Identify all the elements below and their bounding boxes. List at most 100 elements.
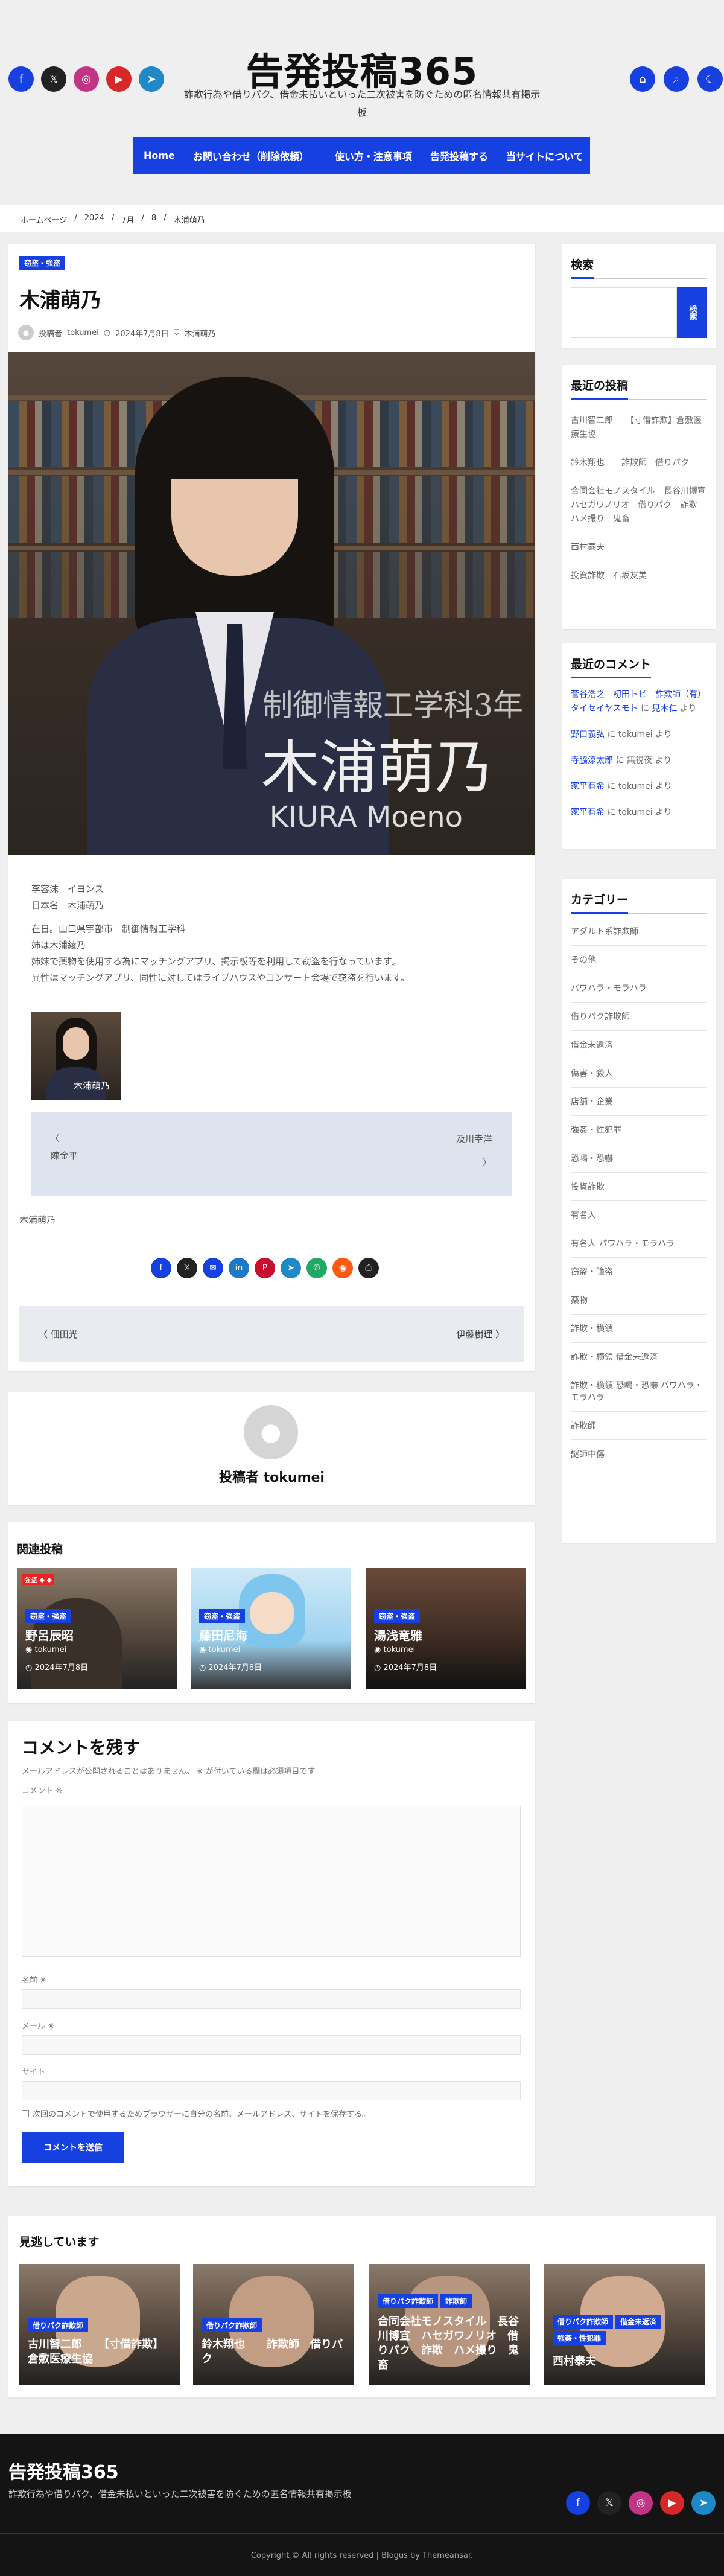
comment-post-link[interactable]: 見木仁 <box>652 704 678 713</box>
search-input[interactable] <box>571 287 677 338</box>
prev-post-link[interactable]: 〈 佃田光 <box>39 1328 78 1341</box>
related-left-link[interactable]: 陳金平 <box>51 1149 78 1162</box>
related-author[interactable]: ◉ tokumei <box>199 1645 240 1654</box>
recent-post-link[interactable]: 合同会社モノスタイル 長谷川博宣 ハセガワノリオ 借りパク 詐欺 ハメ撮り 鬼畜 <box>571 485 714 526</box>
category-link[interactable]: 強姦・性犯罪 <box>571 1116 707 1144</box>
nav-usage[interactable]: 使い方・注意事項 <box>318 148 421 163</box>
nav-about[interactable]: 当サイトについて <box>497 148 592 163</box>
submit-comment-button[interactable]: コメントを送信 <box>22 2132 124 2163</box>
category-link[interactable]: 有名人 <box>571 1201 707 1229</box>
post-tag[interactable]: 木浦萌乃 <box>184 327 215 339</box>
category-link[interactable]: 投資詐欺 <box>571 1173 707 1201</box>
related-date[interactable]: ◷ 2024年7月8日 <box>374 1661 437 1672</box>
post-footer-tag[interactable]: 木浦萌乃 <box>19 1213 56 1226</box>
recent-post-link[interactable]: 西村泰夫 <box>571 541 707 555</box>
comment-author-link[interactable]: 家平有希 <box>571 808 605 817</box>
related-date[interactable]: ◷ 2024年7月8日 <box>25 1661 88 1672</box>
missed-item[interactable]: 借りパク詐欺師 借金未返済 強姦・性犯罪 西村泰夫 <box>544 2264 705 2385</box>
breadcrumb-day[interactable]: 8 <box>151 214 156 225</box>
tag-icon: ⛉ <box>173 328 180 337</box>
category-link[interactable]: 詐欺・横領 恐喝・恐嚇 パワハラ・モラハラ <box>571 1371 707 1412</box>
pinterest-icon[interactable]: P <box>255 1258 275 1278</box>
reddit-icon[interactable]: ◉ <box>332 1258 353 1278</box>
category-link[interactable]: パワハラ・モラハラ <box>571 974 707 1003</box>
comment-author-link[interactable]: 家平有希 <box>571 782 605 791</box>
email-field[interactable] <box>22 2035 521 2055</box>
save-info-checkbox[interactable] <box>22 2109 29 2117</box>
instagram-icon[interactable]: ◎ <box>629 2491 653 2515</box>
nav-contact[interactable]: お問い合わせ（削除依頼） <box>184 148 318 163</box>
category-link[interactable]: 謎師中傷 <box>571 1440 707 1468</box>
breadcrumb-current: 木浦萌乃 <box>173 216 205 225</box>
category-link[interactable]: 恐喝・恐嚇 <box>571 1144 707 1173</box>
mail-icon[interactable]: ✉ <box>203 1258 223 1278</box>
author-card-avatar[interactable]: ● <box>244 1405 298 1459</box>
post-inline-thumbnail[interactable]: 木浦萌乃 <box>31 1012 121 1100</box>
category-link[interactable]: 借金未返済 <box>571 1031 707 1059</box>
left-arrow-icon[interactable]: 〈 <box>51 1132 59 1144</box>
category-link[interactable]: 有名人 パワハラ・モラハラ <box>571 1229 707 1258</box>
home-icon[interactable]: ⌂ <box>630 66 655 92</box>
missed-item[interactable]: 借りパク詐欺師 詐欺師 合同会社モノスタイル 長谷川博宣 ハセガワノリオ 借りパク… <box>369 2264 530 2385</box>
linkedin-icon[interactable]: in <box>229 1258 249 1278</box>
author-card: ● 投稿者 tokumei <box>8 1392 535 1505</box>
youtube-icon[interactable]: ▶ <box>660 2491 684 2515</box>
category-link[interactable]: 詐欺・横領 <box>571 1315 707 1343</box>
missed-item[interactable]: 借りパク詐欺師 鈴木翔也 詐欺師 借りパク <box>193 2264 354 2385</box>
facebook-icon[interactable]: f <box>566 2491 590 2515</box>
search-icon[interactable]: ⌕ <box>664 66 689 92</box>
x-icon[interactable]: 𝕏 <box>597 2491 621 2515</box>
category-link[interactable]: 窃盗・強盗 <box>571 1258 707 1286</box>
right-arrow-icon[interactable]: 〉 <box>483 1156 491 1168</box>
recent-post-link[interactable]: 鈴木翔也 詐欺師 借りパク <box>571 456 707 470</box>
comment-label: コメント ※ <box>22 1787 63 1796</box>
post-date[interactable]: 2024年7月8日 <box>115 327 169 339</box>
x-icon[interactable]: 𝕏 <box>177 1258 197 1278</box>
related-date[interactable]: ◷ 2024年7月8日 <box>199 1661 262 1672</box>
search-button[interactable]: 検索 <box>677 287 707 338</box>
whatsapp-icon[interactable]: ✆ <box>306 1258 327 1278</box>
missed-heading: 見逃しています <box>19 2236 100 2249</box>
moon-icon[interactable]: ☾ <box>697 66 723 92</box>
related-author[interactable]: ◉ tokumei <box>25 1645 66 1654</box>
recent-post-link[interactable]: 投資詐欺 石坂友美 <box>571 569 707 583</box>
category-link[interactable]: 薬物 <box>571 1286 707 1315</box>
category-link[interactable]: 借りパク詐欺師 <box>571 1003 707 1031</box>
category-link[interactable]: 詐欺師 <box>571 1412 707 1440</box>
related-right-link[interactable]: 及川幸洋 <box>456 1132 492 1145</box>
category-link[interactable]: アダルト系詐欺師 <box>571 917 707 946</box>
footer-site-title[interactable]: 告発投稿365 <box>8 2457 119 2484</box>
name-field[interactable] <box>22 1989 521 2009</box>
author-avatar[interactable]: ● <box>18 325 34 340</box>
related-item[interactable]: 強盗 ◆ ◆ 窃盗・強盗 野呂辰昭 ◉ tokumei ◷ 2024年7月8日 <box>17 1568 177 1689</box>
author-card-name[interactable]: 投稿者 tokumei <box>8 1467 535 1486</box>
next-post-link[interactable]: 伊藤樹理 〉 <box>456 1328 504 1341</box>
nav-home[interactable]: Home <box>133 150 184 161</box>
related-item[interactable]: 窃盗・強盗 藤田尼海 ◉ tokumei ◷ 2024年7月8日 <box>191 1568 351 1689</box>
site-description: 詐欺行為や借りパク、借金未払いといった二次被害を防ぐための匿名情報共有掲示板 <box>183 89 541 118</box>
post-category-badge[interactable]: 窃盗・強盗 <box>19 256 66 270</box>
breadcrumb-home[interactable]: ホームページ <box>21 214 67 225</box>
related-nav-box: 〈 陳金平 及川幸洋 〉 <box>31 1112 512 1196</box>
category-link[interactable]: 詐欺・横領 借金未返済 <box>571 1343 707 1371</box>
author-link[interactable]: tokumei <box>67 328 99 337</box>
recent-post-link[interactable]: 古川智二郎 【寸借詐欺】倉敷医療生協 <box>571 414 707 442</box>
category-link[interactable]: 店舗・企業 <box>571 1088 707 1116</box>
comment-textarea[interactable] <box>22 1806 521 1957</box>
category-link[interactable]: 傷害・殺人 <box>571 1059 707 1088</box>
missed-item[interactable]: 借りパク詐欺師 古川智二郎 【寸借詐欺】倉敷医療生協 <box>19 2264 180 2385</box>
category-link[interactable]: その他 <box>571 946 707 974</box>
breadcrumb-month[interactable]: 7月 <box>121 214 134 225</box>
facebook-icon[interactable]: f <box>151 1258 171 1278</box>
related-author[interactable]: ◉ tokumei <box>374 1645 415 1654</box>
breadcrumb-year[interactable]: 2024 <box>84 214 104 225</box>
comment-author-link[interactable]: 野口義弘 <box>571 730 605 739</box>
related-item[interactable]: 窃盗・強盗 湯浅竜雅 ◉ tokumei ◷ 2024年7月8日 <box>366 1568 526 1689</box>
telegram-icon[interactable]: ➤ <box>281 1258 301 1278</box>
comment-author-link[interactable]: 寺脇涼太郎 <box>571 756 613 765</box>
comment-form-card: コメントを残す メールアドレスが公開されることはありません。 ※ が付いている欄… <box>8 1721 535 2186</box>
print-icon[interactable]: ⎙ <box>358 1258 379 1278</box>
nav-submit[interactable]: 告発投稿する <box>421 148 497 163</box>
telegram-icon[interactable]: ➤ <box>691 2491 716 2515</box>
site-field[interactable] <box>22 2081 521 2100</box>
